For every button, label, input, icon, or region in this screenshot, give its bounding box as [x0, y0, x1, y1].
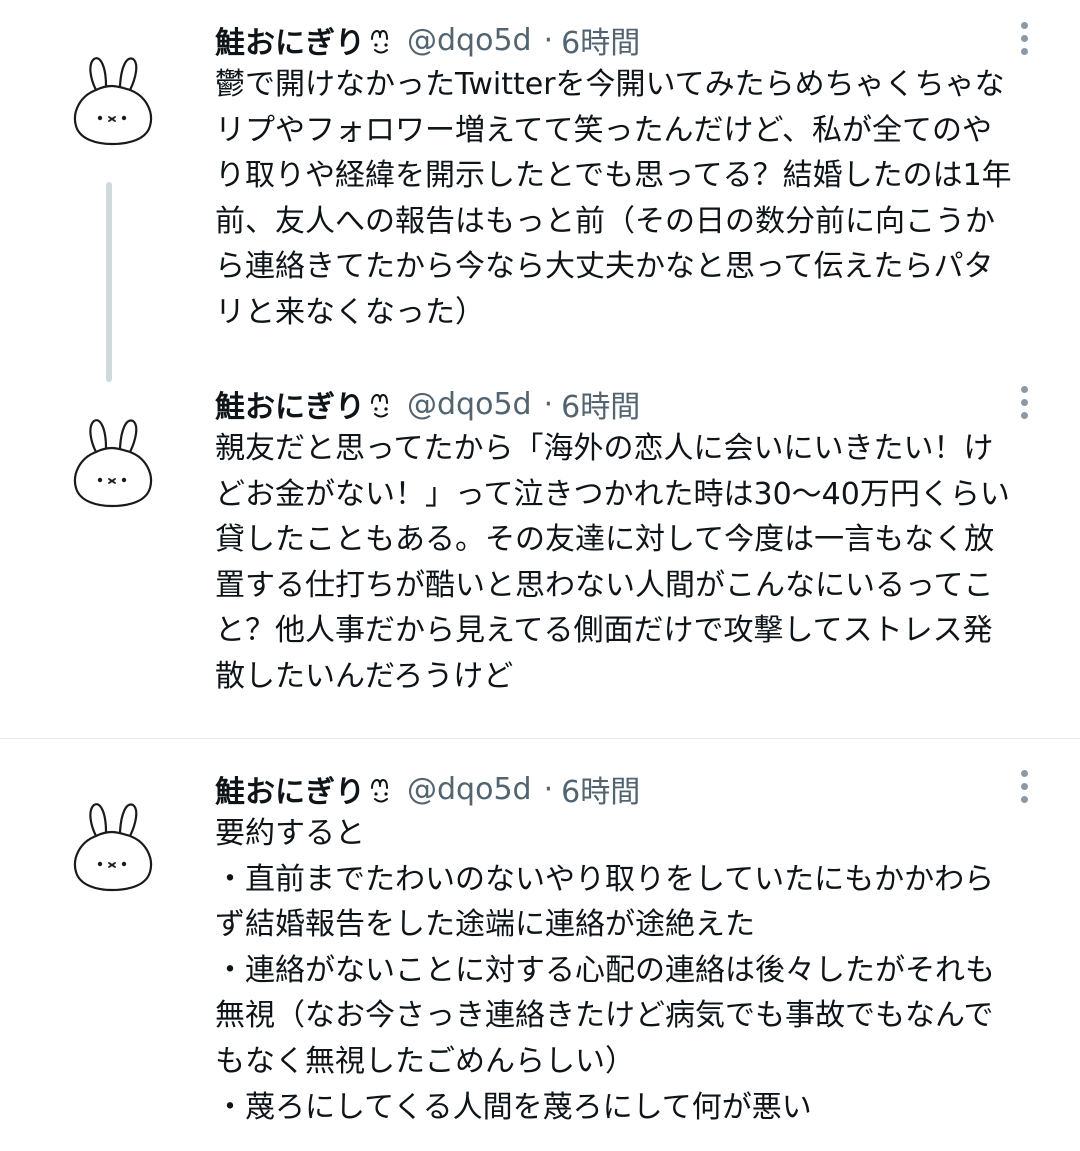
tweet-text-line: ず結婚報告をした途端に連絡が途絶えた [215, 907, 755, 943]
user-handle[interactable]: @dqo5d [407, 23, 532, 58]
display-name[interactable]: 鮭おにぎり [215, 18, 365, 62]
tweet-text-line: 無視（なお今さっき連絡きたけど病気でも事故でもなんで [215, 998, 994, 1034]
tweet-text: 親友だと思ってたから「海外の恋人に会いにいきたい！け どお金がない！」って泣きつ… [215, 426, 1055, 700]
smiley-face-emoji [371, 29, 388, 54]
tweet-text-line: 散したいんだろうけど [215, 658, 514, 694]
timestamp[interactable]: 6時間 [561, 382, 640, 426]
tweet-text-line: 貸したこともある。その友達に対して今度は一言もなく放 [215, 522, 995, 558]
smiley-face-emoji [371, 778, 388, 803]
tweet-text-line: 鬱で開けなかったTwitterを今開いてみたらめちゃくちゃな [215, 67, 1005, 102]
tweet-text-line: どお金がない！」って泣きつかれた時は30〜40万円くらい [215, 476, 1010, 512]
tweet-text-line: ・直前までたわいのないやり取りをしていたにもかかわら [215, 861, 995, 897]
tweet-header: 鮭おにぎり @dqo5d · 6時間 [215, 18, 640, 62]
tweet-divider [0, 738, 1080, 739]
more-options-icon[interactable] [1008, 764, 1040, 808]
tweet-text-line: り取りや経緯を開示したとでも思ってる？結婚したのは1年 [215, 158, 1012, 194]
more-options-icon[interactable] [1008, 380, 1040, 424]
separator-dot: · [543, 386, 554, 422]
tweet-text-line: 親友だと思ってたから「海外の恋人に会いにいきたい！け [215, 431, 994, 466]
tweet-text: 要約すると ・直前までたわいのないやり取りをしていたにもかかわら ず結婚報告をし… [215, 811, 1055, 1130]
tweet-text-line: もなく無視したごめんらしい） [215, 1043, 635, 1079]
tweet-text-line: 置する仕打ちが酷いと思わない人間がこんなにいるってこ [215, 567, 994, 603]
tweet-text-line: と？他人事だから見えてる側面だけで攻撃してストレス発 [215, 613, 993, 649]
thread-connector-line [106, 182, 112, 382]
timestamp[interactable]: 6時間 [561, 767, 640, 811]
tweet-text-line: ら連絡きてたから今なら大丈夫かなと思って伝えたらパタ [215, 249, 994, 285]
tweet-header: 鮭おにぎり @dqo5d · 6時間 [215, 767, 640, 811]
display-name[interactable]: 鮭おにぎり [215, 382, 365, 426]
tweet-text-line: ・連絡がないことに対する心配の連絡は後々したがそれも [215, 952, 995, 988]
tweet-text-line: リと来なくなった） [215, 294, 485, 330]
display-name[interactable]: 鮭おにぎり [215, 767, 365, 811]
user-handle[interactable]: @dqo5d [407, 387, 532, 422]
user-handle[interactable]: @dqo5d [407, 772, 532, 807]
separator-dot: · [543, 771, 554, 807]
tweet-text: 鬱で開けなかったTwitterを今開いてみたらめちゃくちゃな リプやフォロワー増… [215, 62, 1055, 336]
tweet-header: 鮭おにぎり @dqo5d · 6時間 [215, 382, 640, 426]
bunny-avatar-icon[interactable] [66, 800, 158, 892]
timestamp[interactable]: 6時間 [561, 18, 640, 62]
bunny-avatar-icon[interactable] [66, 416, 158, 508]
bunny-avatar-icon[interactable] [66, 54, 158, 146]
tweet-text-line: ・蔑ろにしてくる人間を蔑ろにして何が悪い [215, 1089, 812, 1125]
tweet-text-line: 前、友人への報告はもっと前（その日の数分前に向こうか [215, 203, 995, 239]
tweet-text-line: リプやフォロワー増えてて笑ったんだけど、私が全てのや [215, 112, 992, 148]
tweet-text-line: 要約すると [215, 816, 365, 851]
more-options-icon[interactable] [1008, 16, 1040, 60]
separator-dot: · [543, 22, 554, 58]
smiley-face-emoji [371, 393, 388, 418]
